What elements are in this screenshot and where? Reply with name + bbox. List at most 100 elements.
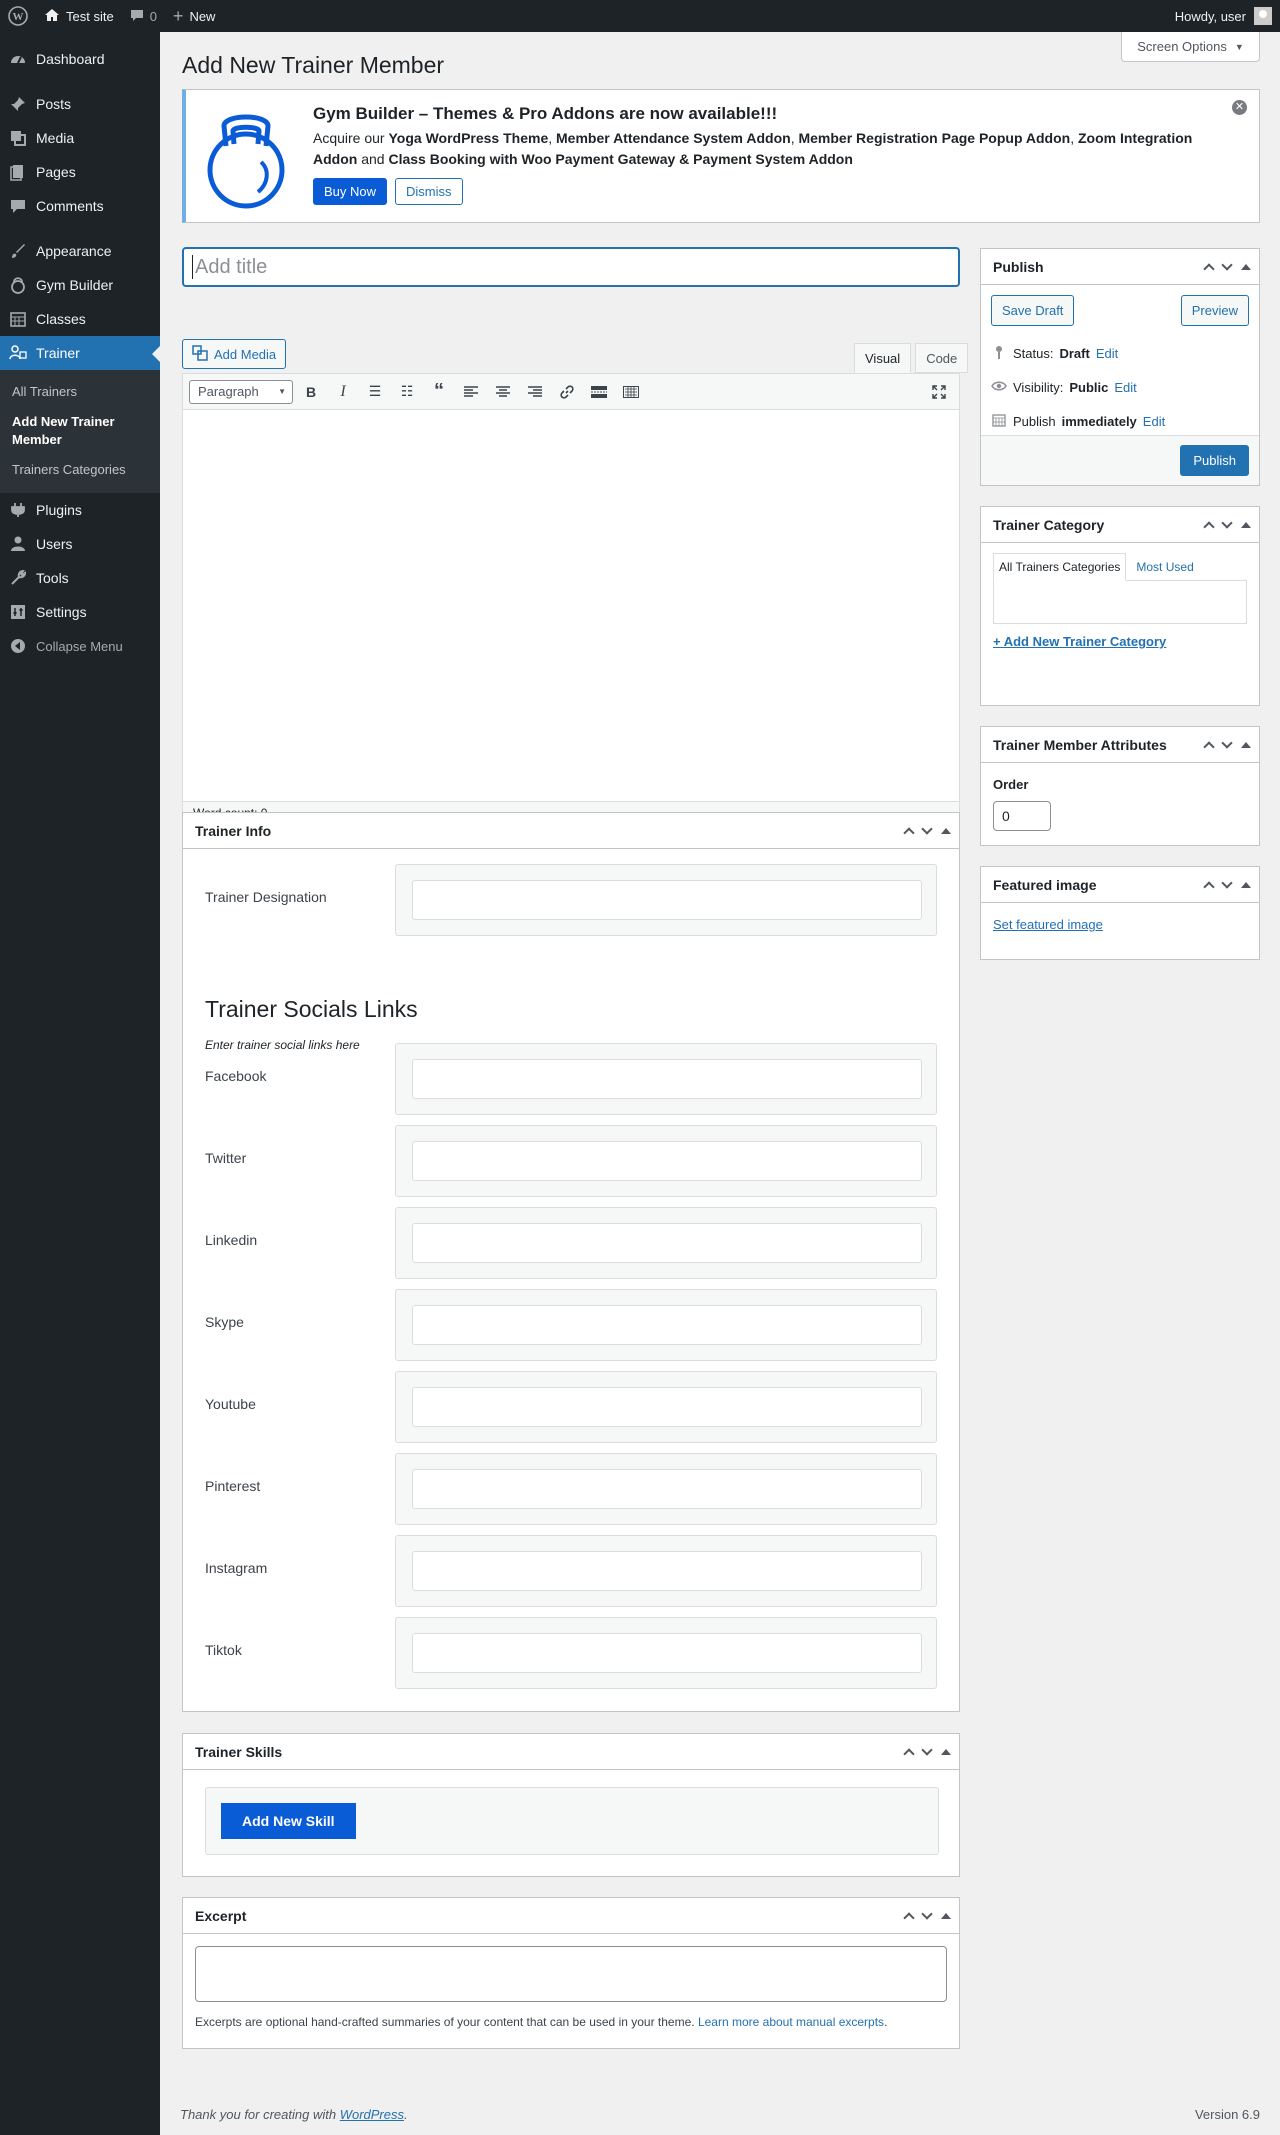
trainer-attributes-header[interactable]: Trainer Member Attributes [981,727,1259,763]
add-media-button[interactable]: Add Media [182,339,287,369]
move-up-icon[interactable] [1203,520,1215,533]
sidebar-item-posts[interactable]: Posts [0,87,160,121]
add-new-skill-button[interactable]: Add New Skill [221,1803,356,1839]
collapse-menu-button[interactable]: Collapse Menu [0,629,160,663]
sidebar-item-comments[interactable]: Comments [0,189,160,223]
move-up-icon[interactable] [903,1911,915,1924]
toggle-panel-icon[interactable] [1241,877,1251,888]
move-up-icon[interactable] [903,826,915,839]
sidebar-item-plugins[interactable]: Plugins [0,493,160,527]
align-center-icon[interactable] [489,378,517,406]
align-left-icon[interactable] [457,378,485,406]
bullet-list-icon[interactable]: ☰ [361,378,389,406]
publish-button[interactable]: Publish [1180,445,1249,476]
featured-image-header[interactable]: Featured image [981,867,1259,903]
learn-more-link[interactable]: Learn more about manual excerpts [698,2015,884,2029]
site-name-link[interactable]: Test site [36,0,122,32]
new-content-link[interactable]: + New [165,0,224,32]
designation-input[interactable] [412,880,922,920]
sidebar-item-classes[interactable]: Classes [0,302,160,336]
instagram-input[interactable] [412,1551,922,1591]
close-icon[interactable]: ✕ [1232,100,1247,115]
sidebar-item-dashboard[interactable]: Dashboard [0,42,160,76]
dismiss-button[interactable]: Dismiss [395,178,463,205]
excerpt-header[interactable]: Excerpt [183,1898,959,1934]
sidebar-item-tools[interactable]: Tools [0,561,160,595]
toggle-panel-icon[interactable] [941,823,951,834]
italic-icon[interactable]: I [329,378,357,406]
edit-schedule-link[interactable]: Edit [1143,414,1165,429]
move-down-icon[interactable] [921,1743,933,1756]
pinterest-input[interactable] [412,1469,922,1509]
designation-row: Trainer Designation [205,864,937,936]
buy-now-button[interactable]: Buy Now [313,178,388,205]
trainer-category-header[interactable]: Trainer Category [981,507,1259,543]
content-editor[interactable]: Paragraph▼ B I ☰ ☷ “ Word count: 0 [182,373,960,825]
fullscreen-icon[interactable] [925,378,953,406]
move-down-icon[interactable] [1221,258,1233,271]
trainer-info-header[interactable]: Trainer Info [183,813,959,849]
linkedin-input[interactable] [412,1223,922,1263]
new-label: New [189,8,216,24]
publish-header[interactable]: Publish [981,249,1259,285]
comments-link[interactable]: 0 [122,0,165,32]
toolbar-toggle-icon[interactable] [617,378,645,406]
wordpress-link[interactable]: WordPress [340,2107,404,2122]
preview-button[interactable]: Preview [1180,295,1249,326]
submenu-trainers-categories[interactable]: Trainers Categories [0,455,160,485]
skype-input[interactable] [412,1305,922,1345]
twitter-input[interactable] [412,1141,922,1181]
tiktok-input[interactable] [412,1633,922,1673]
align-right-icon[interactable] [521,378,549,406]
sidebar-item-trainer[interactable]: Trainer [0,336,160,370]
set-featured-image-link[interactable]: Set featured image [993,917,1103,932]
edit-visibility-link[interactable]: Edit [1114,380,1136,395]
move-down-icon[interactable] [1221,516,1233,529]
sidebar-item-pages[interactable]: Pages [0,155,160,189]
move-up-icon[interactable] [1203,880,1215,893]
sidebar-item-appearance[interactable]: Appearance [0,234,160,268]
my-account[interactable]: Howdy, user [1175,7,1280,25]
toggle-panel-icon[interactable] [1241,259,1251,270]
toggle-panel-icon[interactable] [941,1908,951,1919]
move-down-icon[interactable] [1221,736,1233,749]
format-select[interactable]: Paragraph ▼ [189,379,293,404]
youtube-input[interactable] [412,1387,922,1427]
tab-visual[interactable]: Visual [854,343,912,373]
order-input[interactable]: 0 [993,801,1051,831]
sidebar-item-gym-builder[interactable]: Gym Builder [0,268,160,302]
add-new-category-link[interactable]: + Add New Trainer Category [993,634,1247,649]
excerpt-textarea[interactable] [195,1946,947,2002]
link-icon[interactable] [553,378,581,406]
sidebar-item-media[interactable]: Media [0,121,160,155]
trainer-skills-header[interactable]: Trainer Skills [183,1734,959,1770]
post-title-input[interactable]: Add title [182,247,960,287]
edit-status-link[interactable]: Edit [1096,346,1118,361]
move-up-icon[interactable] [1203,740,1215,753]
tab-code[interactable]: Code [915,343,969,373]
submenu-all-trainers[interactable]: All Trainers [0,377,160,407]
tab-most-used[interactable]: Most Used [1130,553,1199,581]
screen-options-button[interactable]: Screen Options ▼ [1121,32,1260,62]
numbered-list-icon[interactable]: ☷ [393,378,421,406]
trainer-submenu: All Trainers Add New Trainer Member Trai… [0,370,160,493]
move-down-icon[interactable] [1221,876,1233,889]
toggle-panel-icon[interactable] [1241,517,1251,528]
blockquote-icon[interactable]: “ [425,378,453,406]
facebook-input[interactable] [412,1059,922,1099]
sidebar-item-users[interactable]: Users [0,527,160,561]
read-more-icon[interactable] [585,378,613,406]
move-down-icon[interactable] [921,1907,933,1920]
sidebar-item-settings[interactable]: Settings [0,595,160,629]
field-label: Pinterest [205,1478,261,1494]
toggle-panel-icon[interactable] [1241,737,1251,748]
wordpress-logo-icon[interactable]: W [0,0,36,32]
save-draft-button[interactable]: Save Draft [991,295,1075,326]
bold-icon[interactable]: B [297,378,325,406]
toggle-panel-icon[interactable] [941,1744,951,1755]
move-up-icon[interactable] [1203,262,1215,275]
submenu-add-new-trainer[interactable]: Add New Trainer Member [0,407,160,455]
move-up-icon[interactable] [903,1747,915,1760]
tab-all-categories[interactable]: All Trainers Categories [993,553,1127,581]
move-down-icon[interactable] [921,822,933,835]
